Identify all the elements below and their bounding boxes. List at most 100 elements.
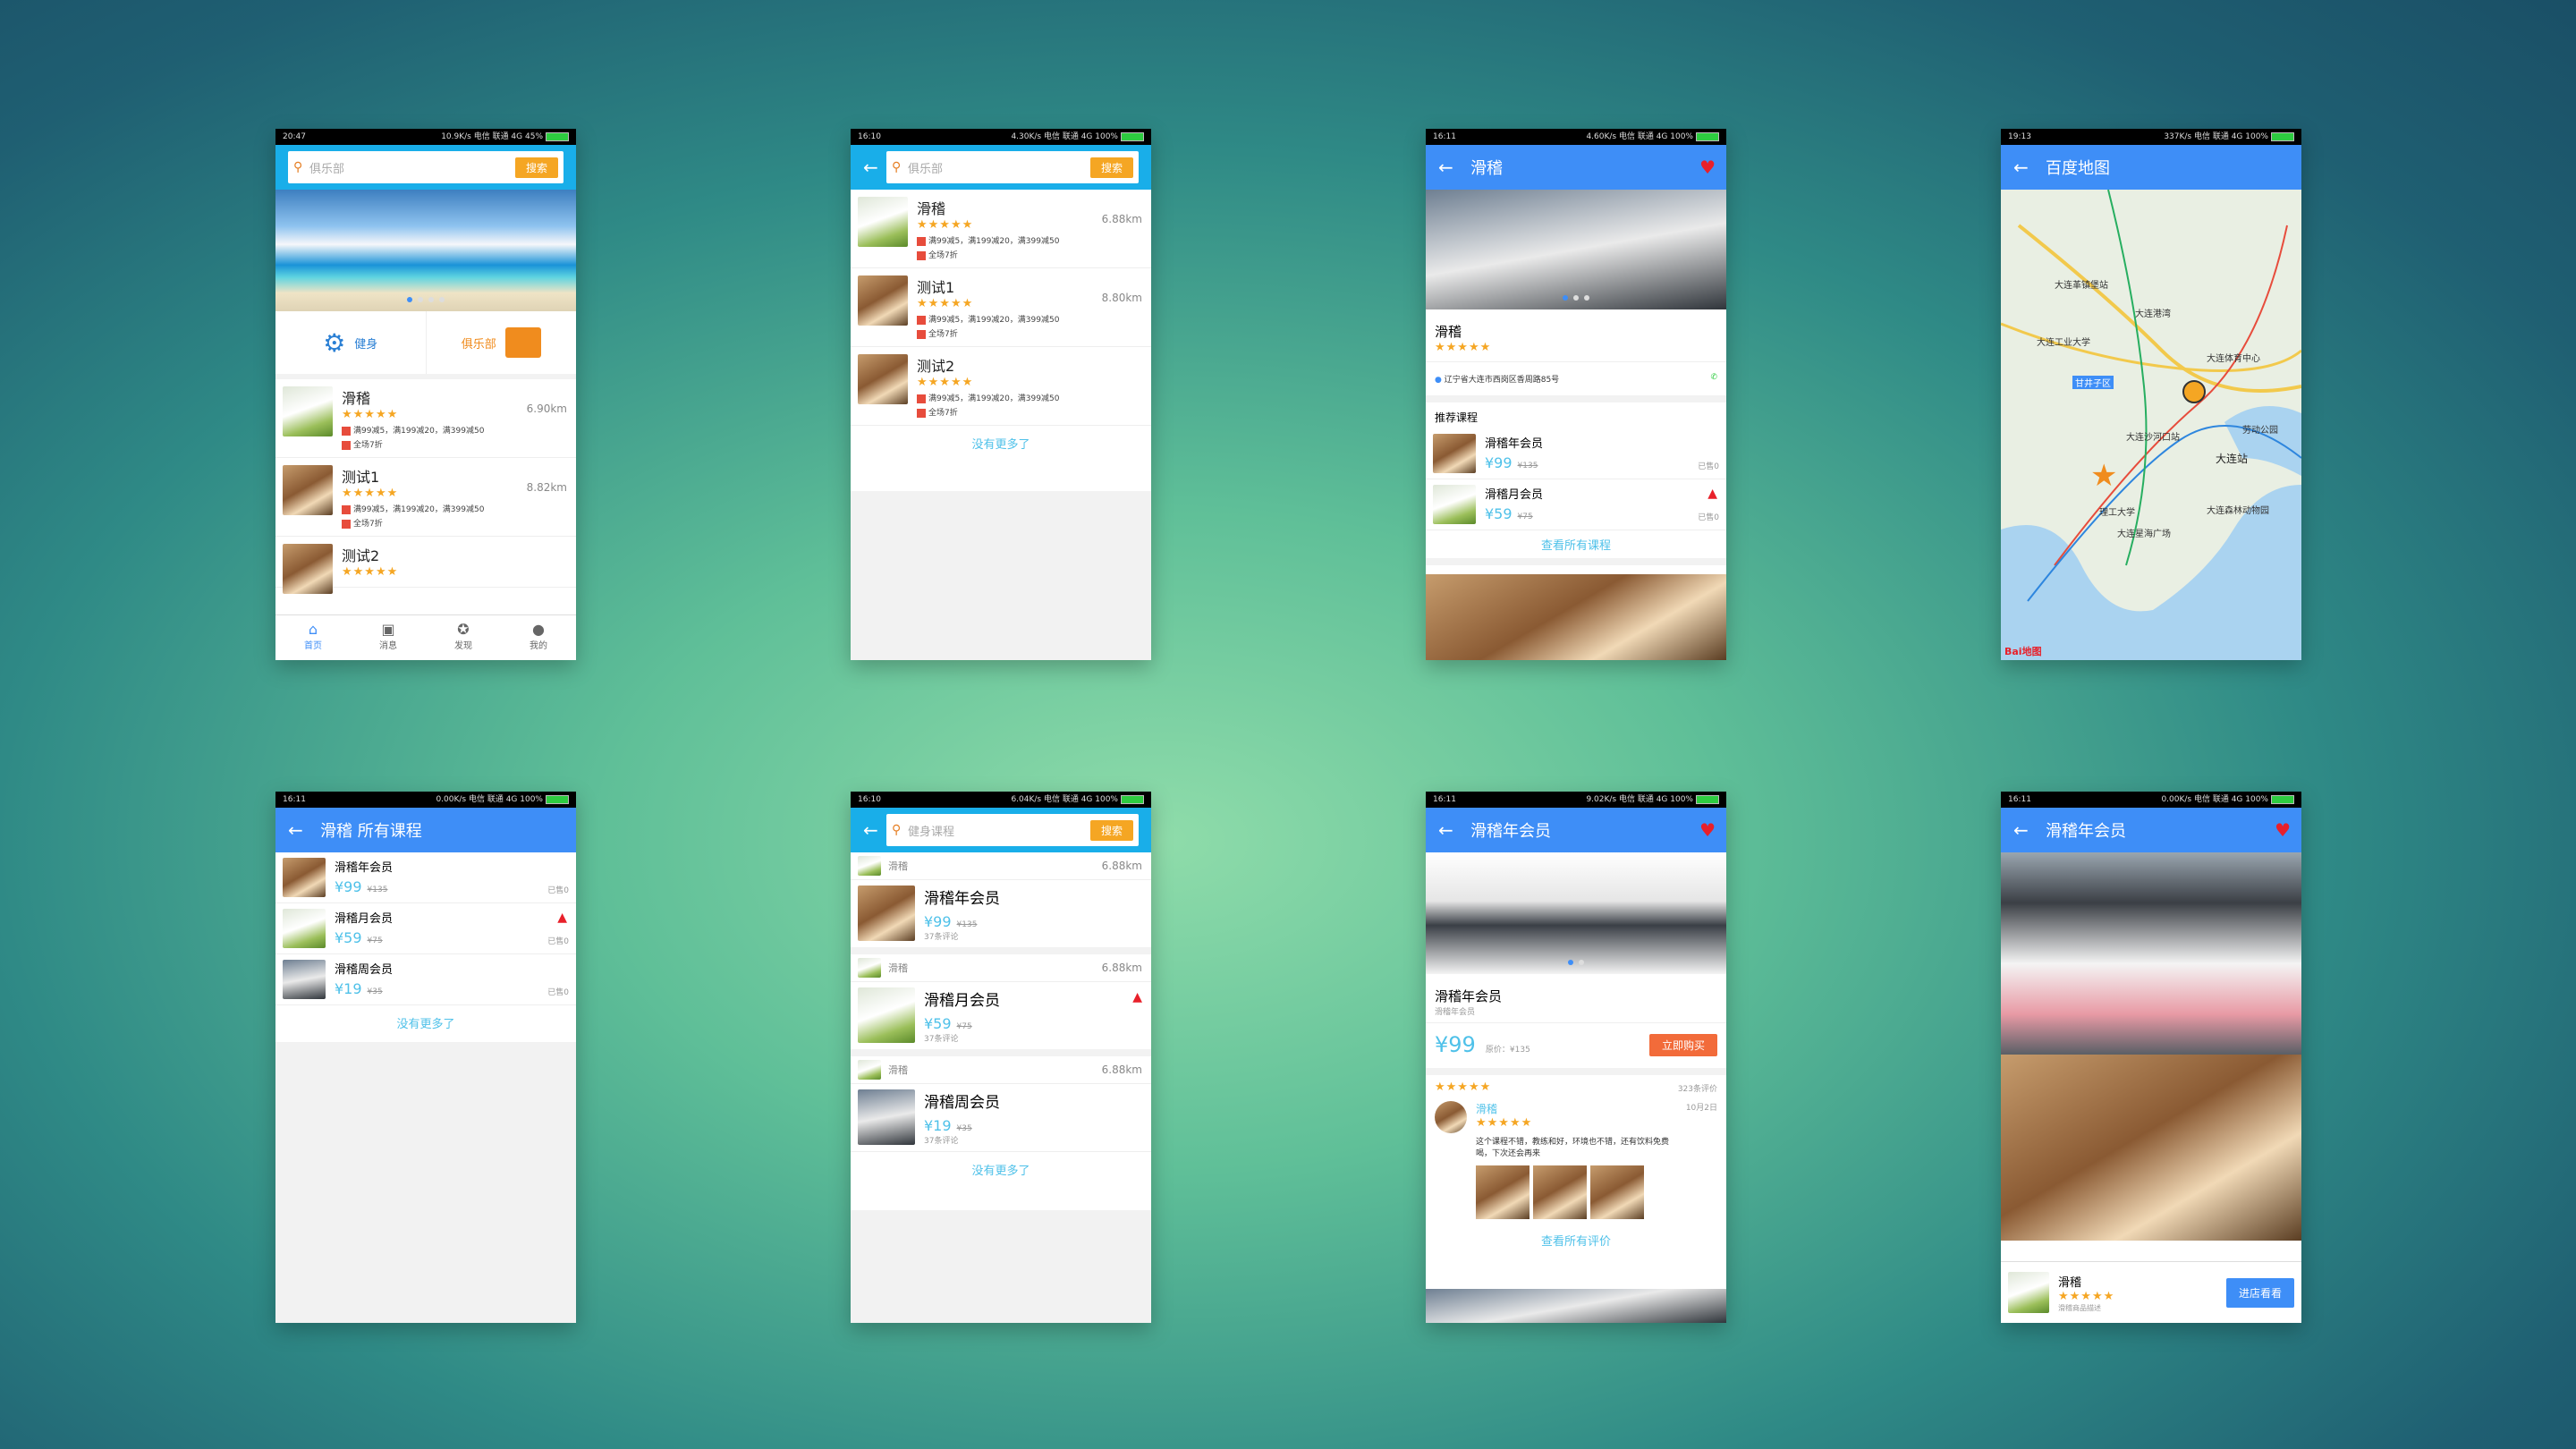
fire-icon: ▲ bbox=[1132, 990, 1142, 1004]
tab-discover[interactable]: ✪ 发现 bbox=[426, 615, 501, 660]
map-label: 劳动公园 bbox=[2242, 426, 2278, 436]
search-button[interactable]: 搜索 bbox=[1089, 157, 1133, 178]
back-arrow-icon[interactable]: ← bbox=[863, 157, 886, 178]
heart-icon[interactable]: ♥ bbox=[2275, 819, 2291, 841]
course-thumbnail bbox=[858, 987, 915, 1043]
shop-thumbnail bbox=[858, 856, 881, 876]
shop-thumbnail bbox=[858, 275, 908, 326]
back-arrow-icon[interactable]: ← bbox=[1438, 157, 1462, 178]
search-bar: ← ⚲ 健身课程 搜索 bbox=[851, 808, 1151, 852]
course-item[interactable]: 滑稽年会员 ¥99 ¥135 已售0 bbox=[275, 852, 576, 903]
search-button[interactable]: 搜索 bbox=[1089, 819, 1133, 841]
tab-me[interactable]: ● 我的 bbox=[501, 615, 576, 660]
review-photo[interactable] bbox=[1533, 1165, 1587, 1219]
list-item[interactable]: 滑稽 ★★★★★ 满99减5，满199减20，满399减50 全场7折 6.90… bbox=[275, 379, 576, 458]
gallery-photo[interactable] bbox=[2001, 852, 2301, 1055]
gallery-photo[interactable] bbox=[2001, 1055, 2301, 1241]
map-view[interactable]: 大连革镇堡站 大连工业大学 大连港湾 甘井子区 大连站 大连沙河口站 理工大学 … bbox=[2001, 190, 2301, 660]
shop-thumbnail bbox=[283, 386, 333, 436]
search-input[interactable]: ⚲ 健身课程 搜索 bbox=[886, 814, 1139, 846]
status-bar: 16:11 9.02K/s 电信 联通 4G 100% bbox=[1426, 792, 1726, 808]
page-title: 滑稽年会员 bbox=[1470, 822, 1551, 841]
course-image[interactable] bbox=[1426, 852, 1726, 974]
tab-home[interactable]: ⌂ 首页 bbox=[275, 615, 351, 660]
course-item[interactable]: 滑稽年会员 ¥99 ¥135 已售0 bbox=[1426, 428, 1726, 479]
map-label: 大连体育中心 bbox=[2207, 354, 2260, 364]
screen-shop-detail: 16:11 4.60K/s 电信 联通 4G 100% ← 滑稽 ♥ 滑稽 ★★★… bbox=[1426, 129, 1726, 660]
search-icon: ⚲ bbox=[892, 823, 902, 837]
page-title: 滑稽 bbox=[1470, 159, 1503, 178]
course-thumbnail bbox=[283, 960, 326, 999]
course-group[interactable]: 滑稽 6.88km 滑稽月会员 ¥59 ¥75 37条评论 ▲ bbox=[851, 954, 1151, 1056]
map-label: 大连革镇堡站 bbox=[2055, 281, 2108, 291]
back-arrow-icon[interactable]: ← bbox=[2013, 157, 2037, 178]
map-marker-icon[interactable]: ★ bbox=[2090, 458, 2117, 494]
price-row: ¥99 原价：¥135 立即购买 bbox=[1426, 1023, 1726, 1075]
tab-messages[interactable]: ▣ 消息 bbox=[351, 615, 426, 660]
screen-course-search: 16:10 6.04K/s 电信 联通 4G 100% ← ⚲ 健身课程 搜索 滑… bbox=[851, 792, 1151, 1323]
shop-name: 滑稽 bbox=[1435, 324, 1462, 340]
course-name: 滑稽年会员 bbox=[1435, 988, 1503, 1004]
address-row[interactable]: ● 辽宁省大连市西岗区香周路85号 ✆ bbox=[1426, 362, 1726, 402]
shop-thumbnail bbox=[858, 197, 908, 247]
carousel-dots bbox=[1426, 952, 1726, 969]
screen-all-courses: 16:11 0.00K/s 电信 联通 4G 100% ← 滑稽 所有课程 滑稽年… bbox=[275, 792, 576, 1323]
phone-icon[interactable]: ✆ bbox=[1710, 373, 1717, 382]
list-item[interactable]: 测试1 ★★★★★ 满99减5，满199减20，满399减50 全场7折 8.8… bbox=[275, 458, 576, 537]
status-bar: 19:13 337K/s 电信 联通 4G 100% bbox=[2001, 129, 2301, 145]
review-photo[interactable] bbox=[1590, 1165, 1644, 1219]
back-arrow-icon[interactable]: ← bbox=[1438, 819, 1462, 841]
heart-icon[interactable]: ♥ bbox=[1699, 819, 1716, 841]
rating-stars: ★★★★★ bbox=[917, 376, 974, 389]
title-bar: ← 滑稽 所有课程 bbox=[275, 808, 576, 852]
search-button[interactable]: 搜索 bbox=[514, 157, 558, 178]
status-bar: 16:11 0.00K/s 电信 联通 4G 100% bbox=[275, 792, 576, 808]
back-arrow-icon[interactable]: ← bbox=[863, 819, 886, 841]
shop-photo[interactable] bbox=[1426, 574, 1726, 660]
search-input[interactable]: ⚲ 俱乐部 搜索 bbox=[288, 151, 564, 183]
home-icon: ⌂ bbox=[308, 621, 318, 638]
search-input[interactable]: ⚲ 俱乐部 搜索 bbox=[886, 151, 1139, 183]
course-group[interactable]: 滑稽 6.88km 滑稽周会员 ¥19 ¥35 37条评论 bbox=[851, 1056, 1151, 1152]
carousel-dots bbox=[1426, 287, 1726, 304]
map-label: 大连站 bbox=[2216, 453, 2249, 465]
banner-image[interactable] bbox=[275, 190, 576, 311]
map-label: 理工大学 bbox=[2099, 508, 2135, 518]
list-item[interactable]: 测试1 ★★★★★ 满99减5，满199减20，满399减50 全场7折 8.8… bbox=[851, 268, 1151, 347]
review-photo[interactable] bbox=[1476, 1165, 1530, 1219]
location-icon: ● bbox=[1435, 376, 1442, 385]
view-all-reviews-link[interactable]: 查看所有评价 bbox=[1435, 1219, 1717, 1252]
search-icon: ⚲ bbox=[293, 160, 303, 174]
heart-icon[interactable]: ♥ bbox=[1699, 157, 1716, 178]
rating-stars: ★★★★★ bbox=[342, 565, 399, 579]
avatar bbox=[1435, 1101, 1467, 1133]
screen-course-detail: 16:11 9.02K/s 电信 联通 4G 100% ← 滑稽年会员 ♥ 滑稽年… bbox=[1426, 792, 1726, 1323]
shop-image[interactable] bbox=[1426, 190, 1726, 309]
list-item[interactable]: 测试2 ★★★★★ 满99减5，满199减20，满399减50 全场7折 bbox=[851, 347, 1151, 426]
course-item[interactable]: 滑稽周会员 ¥19 ¥35 已售0 bbox=[275, 954, 576, 1005]
list-item[interactable]: 测试2 ★★★★★ bbox=[275, 537, 576, 594]
course-group[interactable]: 滑稽 6.88km 滑稽年会员 ¥99 ¥135 37条评论 bbox=[851, 852, 1151, 954]
status-bar: 20:47 10.9K/s 电信 联通 4G 45% bbox=[275, 129, 576, 145]
category-fitness[interactable]: ⚙ 健身 bbox=[275, 311, 427, 374]
back-arrow-icon[interactable]: ← bbox=[288, 819, 311, 841]
buy-now-button[interactable]: 立即购买 bbox=[1648, 1034, 1717, 1056]
title-bar: ← 百度地图 bbox=[2001, 145, 2301, 190]
view-all-courses-link[interactable]: 查看所有课程 bbox=[1426, 530, 1726, 565]
course-item[interactable]: 滑稽月会员 ¥59 ¥75 ▲ 已售0 bbox=[275, 903, 576, 954]
enter-shop-button[interactable]: 进店看看 bbox=[2225, 1277, 2294, 1308]
message-icon: ▣ bbox=[381, 621, 395, 638]
category-row: ⚙ 健身 俱乐部 bbox=[275, 311, 576, 379]
fire-icon: ▲ bbox=[1707, 487, 1717, 501]
status-bar: 16:10 6.04K/s 电信 联通 4G 100% bbox=[851, 792, 1151, 808]
title-bar: ← 滑稽年会员 ♥ bbox=[1426, 808, 1726, 852]
course-thumbnail bbox=[858, 1089, 915, 1145]
carousel-dots bbox=[275, 289, 576, 306]
bottom-photo[interactable] bbox=[1426, 1289, 1726, 1323]
list-item[interactable]: 滑稽 ★★★★★ 满99减5，满199减20，满399减50 全场7折 6.88… bbox=[851, 190, 1151, 268]
status-bar: 16:11 0.00K/s 电信 联通 4G 100% bbox=[2001, 792, 2301, 808]
category-club[interactable]: 俱乐部 bbox=[427, 311, 577, 374]
back-arrow-icon[interactable]: ← bbox=[2013, 819, 2037, 841]
course-item[interactable]: 滑稽月会员 ¥59 ¥75 ▲ 已售0 bbox=[1426, 479, 1726, 530]
map-label: 大连港湾 bbox=[2135, 309, 2171, 319]
